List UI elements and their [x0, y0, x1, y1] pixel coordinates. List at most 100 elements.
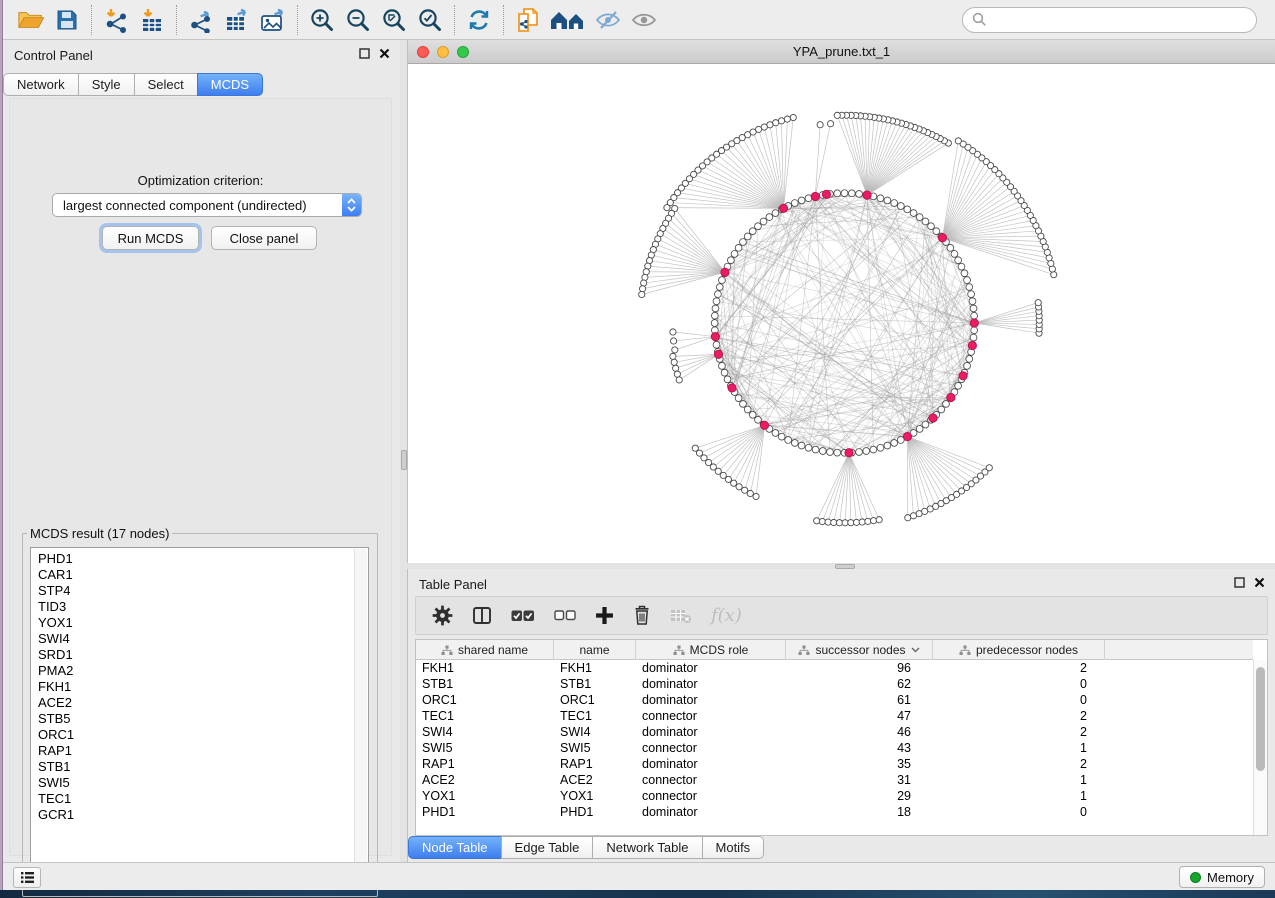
network-node[interactable]: [719, 277, 726, 284]
mcds-node[interactable]: [938, 234, 946, 242]
column-header-shared-name[interactable]: shared name: [416, 640, 554, 660]
network-node[interactable]: [951, 251, 958, 258]
network-node[interactable]: [760, 218, 767, 225]
network-node[interactable]: [877, 444, 884, 451]
mcds-result-item[interactable]: PMA2: [31, 663, 368, 679]
network-node[interactable]: [904, 206, 911, 213]
network-node[interactable]: [955, 257, 962, 264]
column-header-name[interactable]: name: [554, 640, 636, 660]
add-column-button[interactable]: [595, 606, 614, 625]
network-node[interactable]: [970, 305, 977, 312]
network-node[interactable]: [712, 305, 719, 312]
open-session-button[interactable]: [13, 4, 49, 36]
table-row[interactable]: RAP1RAP1dominator352: [416, 756, 1253, 772]
mcds-node[interactable]: [903, 432, 911, 440]
mcds-list-scrollbar[interactable]: [354, 549, 367, 886]
network-node[interactable]: [910, 210, 917, 217]
mcds-result-item[interactable]: YOX1: [31, 615, 368, 631]
table-tab-node-table[interactable]: Node Table: [408, 836, 502, 859]
network-node[interactable]: [859, 519, 865, 525]
mcds-node[interactable]: [811, 192, 819, 200]
network-node[interactable]: [731, 251, 738, 258]
network-node[interactable]: [897, 203, 904, 210]
network-node[interactable]: [744, 406, 751, 413]
run-mcds-button[interactable]: Run MCDS: [102, 226, 199, 250]
tab-network[interactable]: Network: [3, 73, 79, 96]
mcds-result-item[interactable]: CAR1: [31, 567, 368, 583]
table-row[interactable]: FKH1FKH1dominator962: [416, 660, 1253, 676]
tab-mcds[interactable]: MCDS: [197, 73, 263, 96]
show-hidden-button[interactable]: [626, 4, 662, 36]
zoom-selected-button[interactable]: [412, 4, 448, 36]
network-node[interactable]: [740, 401, 747, 408]
export-table-button[interactable]: [219, 4, 255, 36]
network-node[interactable]: [772, 210, 779, 217]
table-row[interactable]: ORC1ORC1dominator610: [416, 692, 1253, 708]
network-node[interactable]: [766, 214, 773, 221]
network-node[interactable]: [773, 120, 779, 126]
network-node[interactable]: [753, 493, 759, 499]
network-node[interactable]: [876, 517, 882, 523]
float-window-icon[interactable]: [359, 48, 370, 59]
network-node[interactable]: [877, 195, 884, 202]
mcds-result-item[interactable]: TID3: [31, 599, 368, 615]
mcds-result-item[interactable]: FKH1: [31, 679, 368, 695]
memory-button[interactable]: Memory: [1179, 866, 1265, 888]
network-node[interactable]: [749, 228, 756, 235]
zoom-fit-button[interactable]: [376, 4, 412, 36]
close-icon[interactable]: [379, 48, 390, 59]
network-node[interactable]: [961, 270, 968, 277]
network-node[interactable]: [778, 433, 785, 440]
network-node[interactable]: [672, 347, 678, 353]
mcds-node[interactable]: [947, 393, 955, 401]
network-node[interactable]: [814, 518, 820, 524]
network-node[interactable]: [971, 312, 978, 319]
network-node[interactable]: [735, 395, 742, 402]
mcds-result-item[interactable]: ACE2: [31, 695, 368, 711]
network-node[interactable]: [968, 291, 975, 298]
save-session-button[interactable]: [49, 4, 85, 36]
mcds-result-item[interactable]: STB5: [31, 711, 368, 727]
network-node[interactable]: [676, 377, 682, 383]
mcds-node[interactable]: [714, 350, 722, 358]
network-node[interactable]: [891, 200, 898, 207]
network-node[interactable]: [642, 274, 648, 280]
network-node[interactable]: [819, 518, 825, 524]
network-node[interactable]: [641, 280, 647, 286]
mcds-node[interactable]: [728, 384, 736, 392]
network-node[interactable]: [643, 269, 649, 275]
network-node[interactable]: [870, 446, 877, 453]
network-node[interactable]: [721, 369, 728, 376]
mcds-result-item[interactable]: STB1: [31, 759, 368, 775]
network-node[interactable]: [933, 228, 940, 235]
network-node[interactable]: [772, 430, 779, 437]
network-node[interactable]: [713, 298, 720, 305]
network-node[interactable]: [841, 190, 848, 197]
network-node[interactable]: [856, 191, 863, 198]
network-node[interactable]: [922, 421, 929, 428]
network-node[interactable]: [955, 138, 961, 144]
network-node[interactable]: [958, 263, 965, 270]
task-history-button[interactable]: [13, 867, 41, 888]
table-row[interactable]: STB1STB1dominator620: [416, 676, 1253, 692]
mcds-result-item[interactable]: PHD1: [31, 551, 368, 567]
network-node[interactable]: [791, 200, 798, 207]
network-node[interactable]: [964, 362, 971, 369]
network-node[interactable]: [735, 244, 742, 251]
network-node[interactable]: [922, 218, 929, 225]
table-row[interactable]: SWI5SWI5connector431: [416, 740, 1253, 756]
table-tab-motifs[interactable]: Motifs: [702, 836, 765, 859]
network-node[interactable]: [731, 480, 737, 486]
network-node[interactable]: [670, 353, 676, 359]
network-node[interactable]: [812, 446, 819, 453]
network-node[interactable]: [716, 284, 723, 291]
table-row[interactable]: ACE2ACE2connector311: [416, 772, 1253, 788]
network-node[interactable]: [870, 518, 876, 524]
network-node[interactable]: [964, 277, 971, 284]
refresh-view-button[interactable]: [461, 4, 497, 36]
network-node[interactable]: [785, 437, 792, 444]
network-node[interactable]: [884, 442, 891, 449]
network-node[interactable]: [928, 223, 935, 230]
network-node[interactable]: [778, 118, 784, 124]
close-icon[interactable]: [1254, 577, 1265, 588]
